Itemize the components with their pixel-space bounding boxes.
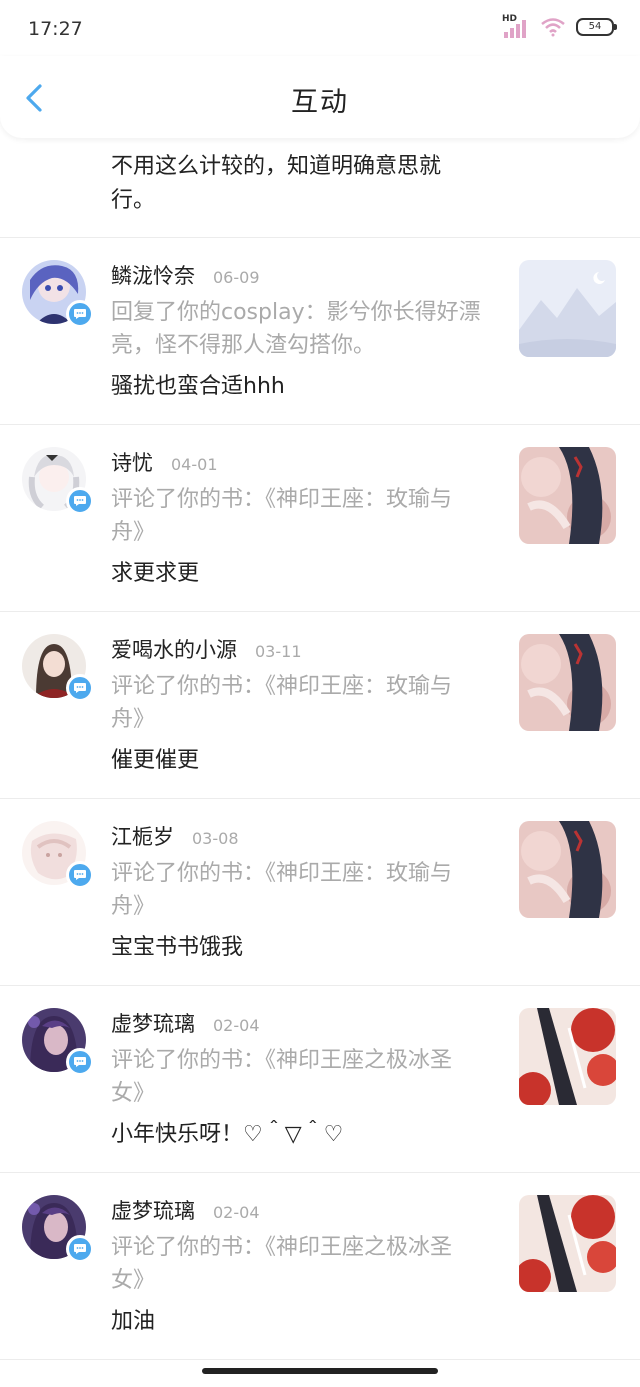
user-name-line: 虚梦琉璃 02-04 (111, 1195, 260, 1225)
action-text: 评论了你的书：《神印王座：玫瑜与舟》 (111, 861, 453, 919)
comment-badge-icon (66, 1048, 94, 1076)
page-title: 互动 (291, 87, 349, 118)
user-name[interactable]: 江栀岁 (111, 825, 174, 849)
reply-text: 不用这么计较的，知道明确意思就行。 (111, 154, 442, 213)
user-name-line: 诗忧 04-01 (111, 447, 218, 477)
reply-text: 小年快乐呀！♡＾▽＾♡ (111, 1122, 344, 1147)
post-date: 03-08 (192, 829, 239, 848)
user-name-line: 鳞泷怜奈 06-09 (111, 260, 260, 290)
action-text: 评论了你的书：《神印王座之极冰圣女》 (111, 1048, 453, 1106)
comment-badge-icon (66, 300, 94, 328)
post-date: 02-04 (213, 1016, 260, 1035)
action-text: 回复了你的cosplay：影兮你长得好漂亮，怪不得那人渣勾搭你。 (111, 300, 481, 358)
book-cover-thumbnail[interactable] (519, 447, 616, 544)
user-name-line: 爱喝水的小源 03-11 (111, 634, 302, 664)
reply-text: 宝宝书书饿我 (111, 935, 244, 960)
list-item[interactable]: 爱喝水的小源 03-11 评论了你的书：《神印王座：玫瑜与舟》 催更催更 (0, 612, 640, 799)
user-name[interactable]: 爱喝水的小源 (111, 638, 237, 662)
top-nav-bar: 互动 (0, 56, 640, 138)
book-cover-thumbnail[interactable] (519, 1008, 616, 1105)
action-text: 评论了你的书：《神印王座：玫瑜与舟》 (111, 674, 453, 732)
wifi-icon (541, 18, 565, 37)
signal-icon: HD (502, 14, 530, 38)
list-item[interactable]: 江栀岁 03-08 评论了你的书：《神印王座：玫瑜与舟》 宝宝书书饿我 (0, 799, 640, 986)
post-date: 03-11 (255, 642, 302, 661)
book-cover-thumbnail[interactable] (519, 1195, 616, 1292)
post-date: 04-01 (171, 455, 218, 474)
user-name[interactable]: 虚梦琉璃 (111, 1012, 195, 1036)
user-name[interactable]: 诗忧 (111, 451, 153, 475)
comment-badge-icon (66, 1235, 94, 1263)
action-text: 评论了你的书：《神印王座之极冰圣女》 (111, 1235, 453, 1293)
cosplay-thumbnail[interactable] (519, 260, 616, 357)
status-time: 17:27 (28, 18, 83, 40)
status-bar: 17:27 HD 54 (0, 0, 640, 60)
list-item-partial[interactable]: 不用这么计较的，知道明确意思就行。 (0, 138, 640, 238)
interaction-list: 不用这么计较的，知道明确意思就行。 鳞泷怜奈 06-09 回复了你的cosplay… (0, 138, 640, 1360)
user-name[interactable]: 虚梦琉璃 (111, 1199, 195, 1223)
list-item[interactable]: 虚梦琉璃 02-04 评论了你的书：《神印王座之极冰圣女》 小年快乐呀！♡＾▽＾♡ (0, 986, 640, 1173)
reply-text: 骚扰也蛮合适hhh (111, 374, 285, 399)
list-item[interactable]: 虚梦琉璃 02-04 评论了你的书：《神印王座之极冰圣女》 加油 (0, 1173, 640, 1360)
post-date: 02-04 (213, 1203, 260, 1222)
reply-text: 求更求更 (111, 561, 200, 586)
comment-badge-icon (66, 487, 94, 515)
status-icons: HD 54 (502, 14, 617, 38)
user-name-line: 虚梦琉璃 02-04 (111, 1008, 260, 1038)
comment-badge-icon (66, 861, 94, 889)
list-item[interactable]: 诗忧 04-01 评论了你的书：《神印王座：玫瑜与舟》 求更求更 (0, 425, 640, 612)
user-name[interactable]: 鳞泷怜奈 (111, 264, 195, 288)
list-item[interactable]: 鳞泷怜奈 06-09 回复了你的cosplay：影兮你长得好漂亮，怪不得那人渣勾搭… (0, 238, 640, 425)
book-cover-thumbnail[interactable] (519, 634, 616, 731)
post-date: 06-09 (213, 268, 260, 287)
home-indicator[interactable] (202, 1368, 438, 1374)
battery-icon: 54 (576, 18, 617, 36)
reply-text: 加油 (111, 1309, 156, 1334)
book-cover-thumbnail[interactable] (519, 821, 616, 918)
action-text: 评论了你的书：《神印王座：玫瑜与舟》 (111, 487, 453, 545)
battery-level: 54 (588, 21, 602, 32)
user-name-line: 江栀岁 03-08 (111, 821, 239, 851)
comment-badge-icon (66, 674, 94, 702)
reply-text: 催更催更 (111, 748, 200, 773)
